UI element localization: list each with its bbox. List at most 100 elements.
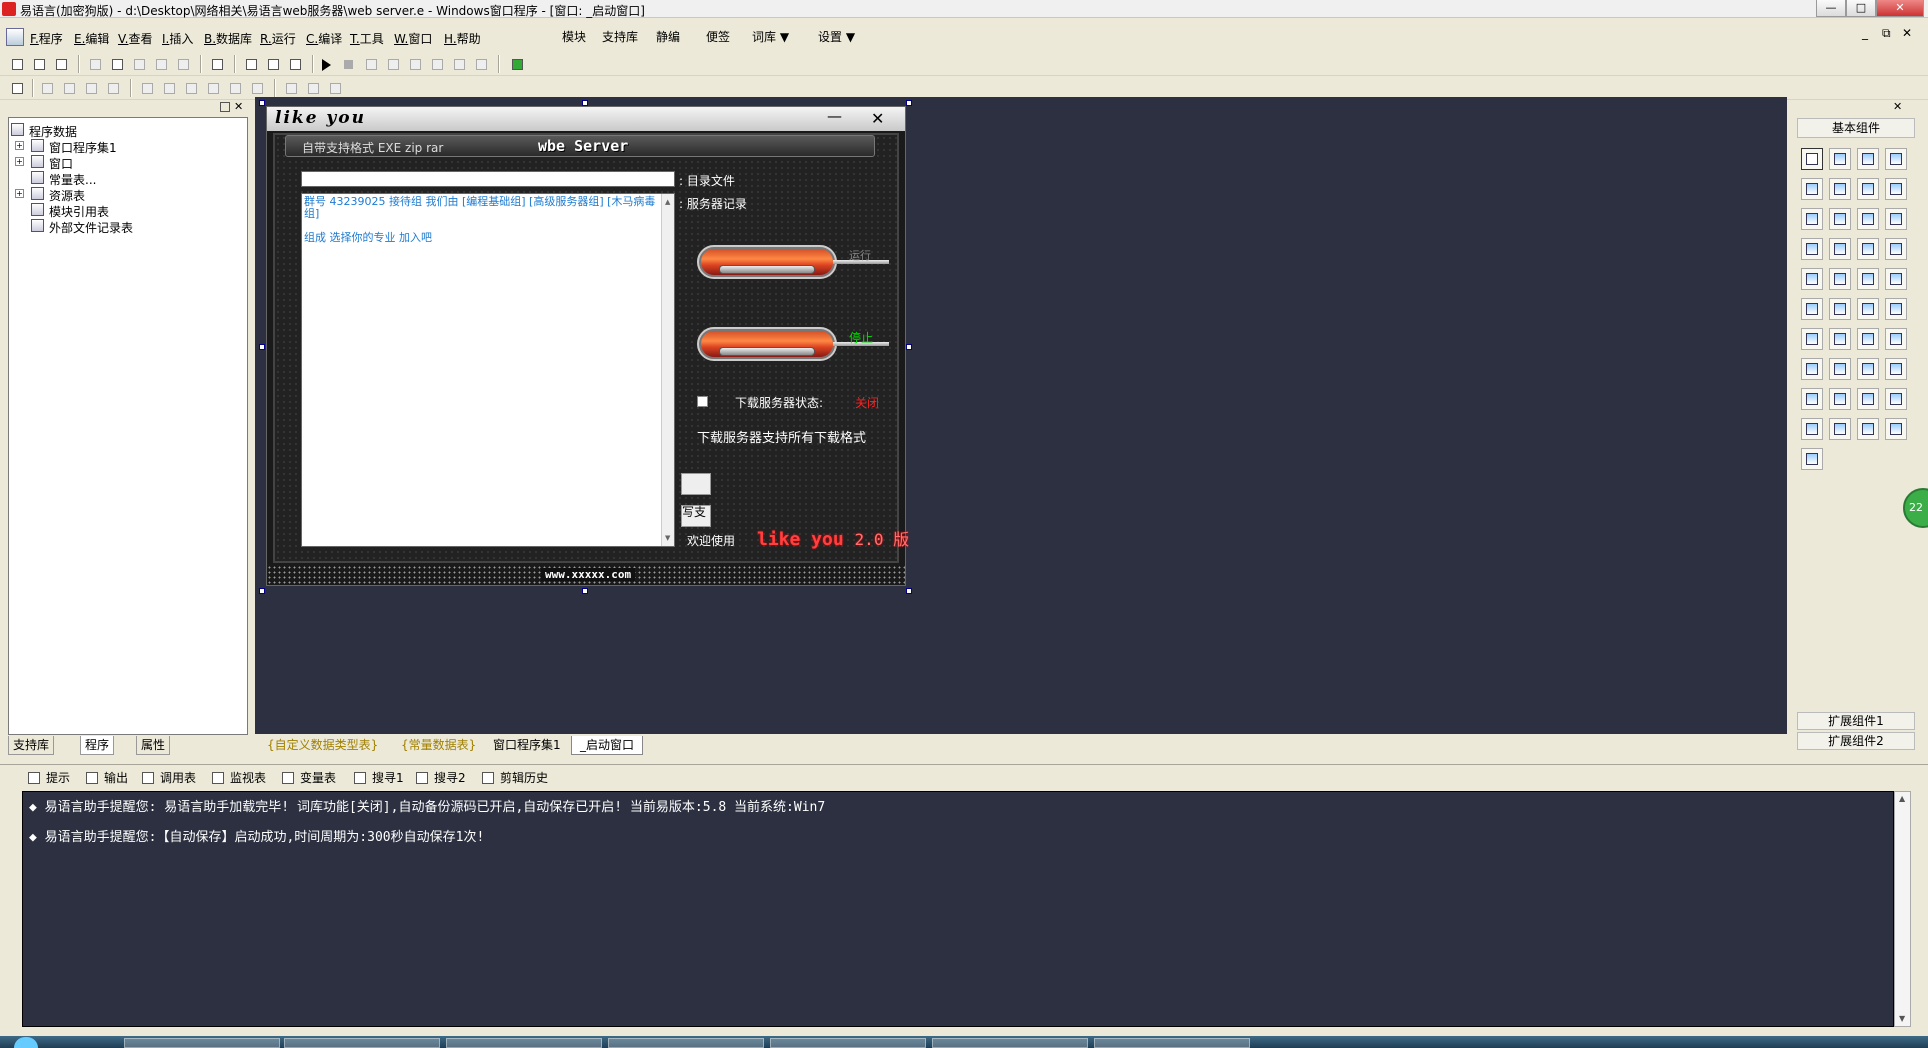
menu-notes[interactable]: 便签 — [706, 28, 730, 45]
outer-box-tool-icon[interactable] — [1857, 388, 1879, 410]
tab-call-stack[interactable]: 调用表 — [138, 769, 196, 787]
tab-tool-icon[interactable] — [1885, 268, 1907, 290]
taskbar-item[interactable] — [608, 1038, 764, 1048]
menu-edit[interactable]: E.编辑 — [74, 30, 109, 47]
align-bottom-icon[interactable] — [104, 79, 122, 97]
form-minimize-button[interactable]: — — [827, 107, 842, 125]
mdi-restore-button[interactable]: ⧉ — [1882, 26, 1891, 41]
layout-right-icon[interactable] — [286, 55, 304, 73]
scroll-down-icon[interactable]: ▼ — [1899, 1014, 1905, 1023]
pin-icon[interactable] — [220, 102, 230, 112]
timer-tool-icon[interactable] — [1801, 358, 1823, 380]
tab-hint[interactable]: 提示 — [24, 769, 70, 787]
menu-program[interactable]: F.程序 — [30, 30, 63, 47]
menu-database[interactable]: B.数据库 — [204, 30, 252, 47]
ddraw-tool-icon[interactable] — [1829, 388, 1851, 410]
layout-bottom-icon[interactable] — [264, 55, 282, 73]
toolbox-close-icon[interactable]: ✕ — [1893, 100, 1902, 113]
output-console[interactable]: ◆ 易语言助手提醒您: 易语言助手加载完毕! 词库功能[关闭],自动备份源码已开… — [22, 791, 1894, 1027]
resize-handle[interactable] — [906, 344, 912, 350]
output-scrollbar[interactable]: ▲ ▼ — [1894, 791, 1911, 1027]
tab-properties[interactable]: 属性 — [136, 736, 171, 755]
chart-tool-icon[interactable] — [1857, 418, 1879, 440]
save-icon[interactable] — [52, 55, 70, 73]
write-component[interactable]: 写支 — [681, 505, 711, 527]
minimize-button[interactable]: — — [1816, 0, 1846, 17]
form-close-button[interactable]: ✕ — [871, 109, 884, 128]
spin-tool-icon[interactable] — [1857, 268, 1879, 290]
adjuster-tool-icon[interactable] — [1857, 328, 1879, 350]
run-button[interactable] — [697, 245, 837, 279]
menu-lexicon[interactable]: 词库 ▼ — [752, 28, 789, 45]
tab-support-lib[interactable]: 支持库 — [8, 736, 55, 755]
taskbar-item[interactable] — [124, 1038, 280, 1048]
designed-form[interactable]: like you — ✕ 自带支持格式 EXE zip rar wbe Serv… — [266, 106, 909, 586]
picture-tool-icon[interactable] — [1857, 148, 1879, 170]
shape-tool-icon[interactable] — [1885, 148, 1907, 170]
client-tool-icon[interactable] — [1885, 358, 1907, 380]
tab-custom-types[interactable]: {自定义数据类型表} — [259, 736, 386, 755]
tab-startup-window[interactable]: _启动窗口 — [571, 736, 644, 755]
undo-icon[interactable] — [152, 55, 170, 73]
date-tool-icon[interactable] — [1829, 298, 1851, 320]
hscroll-tool-icon[interactable] — [1829, 238, 1851, 260]
resize-handle[interactable] — [259, 100, 265, 106]
menu-support-lib[interactable]: 支持库 — [602, 28, 638, 45]
menu-window[interactable]: W.窗口 — [394, 30, 432, 47]
progress-tool-icon[interactable] — [1885, 238, 1907, 260]
server-tool-icon[interactable] — [1857, 358, 1879, 380]
align-left-icon[interactable] — [38, 79, 56, 97]
layout-left-icon[interactable] — [242, 55, 260, 73]
align-top-icon[interactable] — [82, 79, 100, 97]
taskbar-item[interactable] — [1094, 1038, 1250, 1048]
center-h-icon[interactable] — [138, 79, 156, 97]
resize-handle[interactable] — [906, 588, 912, 594]
hand-icon[interactable] — [472, 55, 490, 73]
radio-tool-icon[interactable] — [1829, 208, 1851, 230]
same-size-icon[interactable] — [282, 79, 300, 97]
label-tool-icon[interactable] — [1829, 148, 1851, 170]
file-tool-icon[interactable] — [1885, 298, 1907, 320]
resize-handle[interactable] — [259, 588, 265, 594]
tab-search2[interactable]: 搜寻2 — [412, 769, 466, 787]
directory-input[interactable] — [301, 171, 675, 187]
menu-help[interactable]: H.帮助 — [444, 30, 481, 47]
run-to-cursor-icon[interactable] — [428, 55, 446, 73]
open-folder-icon[interactable] — [30, 55, 48, 73]
new-file-icon[interactable] — [8, 55, 26, 73]
folder-tool-icon[interactable] — [1857, 298, 1879, 320]
network-component-icon[interactable] — [681, 473, 711, 495]
tab-program[interactable]: 程序 — [80, 736, 115, 755]
grid-icon[interactable] — [8, 79, 26, 97]
maximize-button[interactable]: □ — [1846, 0, 1876, 17]
tab-constants[interactable]: {常量数据表} — [393, 736, 484, 755]
stop-icon[interactable] — [344, 60, 353, 69]
cut-icon[interactable] — [86, 55, 104, 73]
calendar-tool-icon[interactable] — [1801, 298, 1823, 320]
step-out-icon[interactable] — [406, 55, 424, 73]
line-tool-icon[interactable] — [1885, 178, 1907, 200]
same-width-icon[interactable] — [226, 79, 244, 97]
taskbar-item[interactable] — [932, 1038, 1088, 1048]
color-tool-icon[interactable] — [1801, 328, 1823, 350]
run-icon[interactable] — [322, 59, 331, 71]
db-provider-tool-icon[interactable] — [1829, 418, 1851, 440]
tab-output[interactable]: 输出 — [82, 769, 128, 787]
form-title-bar[interactable]: like you — ✕ — [267, 107, 905, 131]
menu-module[interactable]: 模块 — [562, 28, 586, 45]
tab-search1[interactable]: 搜寻1 — [350, 769, 404, 787]
basic-components-header[interactable]: 基本组件 — [1797, 118, 1915, 138]
menu-tools[interactable]: T.工具 — [350, 30, 384, 47]
redo-icon[interactable] — [174, 55, 192, 73]
tab-clipboard-history[interactable]: 剪辑历史 — [478, 769, 548, 787]
printer-tool-icon[interactable] — [1829, 358, 1851, 380]
paste-icon[interactable] — [130, 55, 148, 73]
combo-tool-icon[interactable] — [1857, 208, 1879, 230]
port-tool-icon[interactable] — [1801, 388, 1823, 410]
data-source-tool-icon[interactable] — [1885, 388, 1907, 410]
tab-window-assembly[interactable]: 窗口程序集1 — [485, 736, 569, 755]
mdi-minimize-button[interactable]: _ — [1862, 26, 1868, 40]
taskbar-item[interactable] — [770, 1038, 926, 1048]
menu-compile[interactable]: C.编译 — [306, 30, 342, 47]
listview-tool-icon[interactable] — [1801, 238, 1823, 260]
